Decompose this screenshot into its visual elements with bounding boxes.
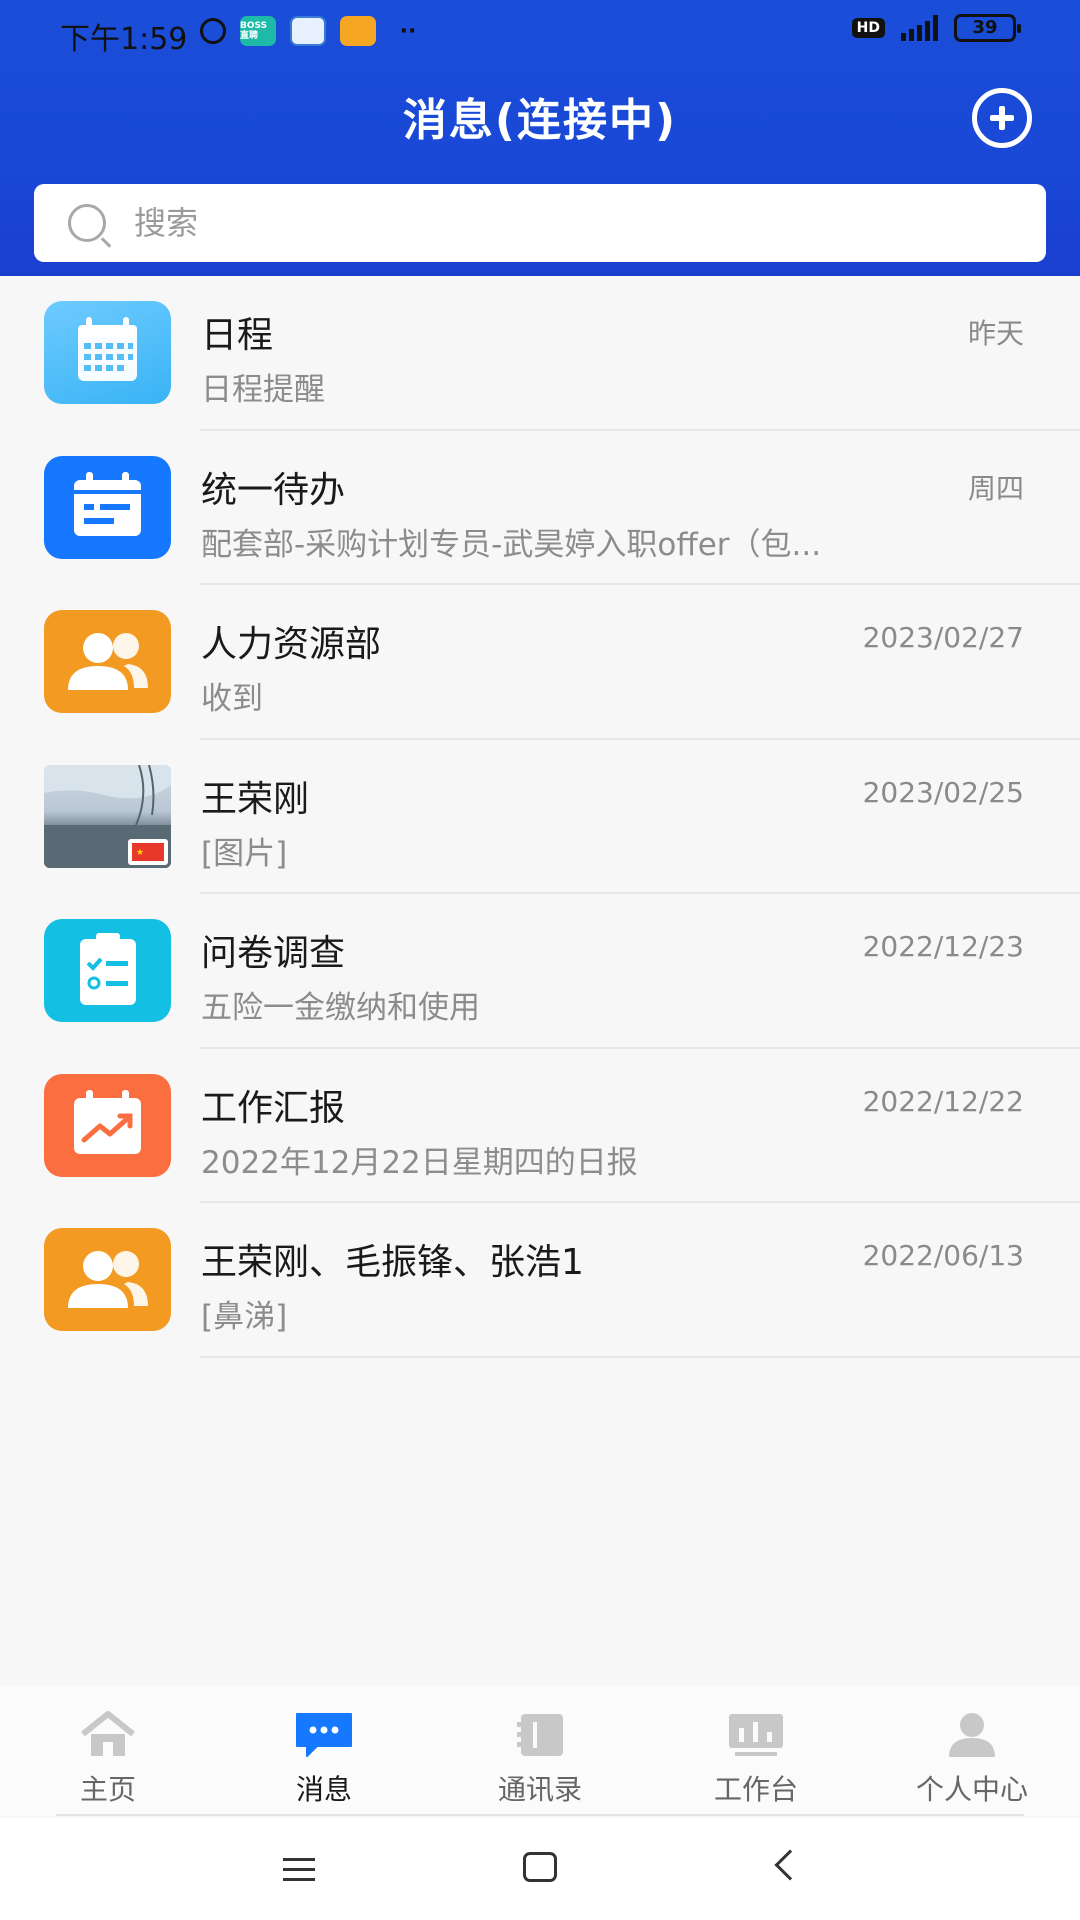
group-icon — [44, 610, 171, 713]
conversation-title: 统一待办 — [201, 469, 346, 511]
list-item[interactable]: 工作汇报 2022/12/22 2022年12月22日星期四的日报 — [0, 1049, 1080, 1203]
list-item[interactable]: ★ 王荣刚 2023/02/25 [图片] — [0, 740, 1080, 894]
photo-avatar: ★ — [44, 764, 171, 868]
menu-icon[interactable] — [283, 1858, 315, 1882]
battery-icon: 39 — [954, 14, 1021, 42]
signal-icon — [901, 15, 938, 41]
hd-icon: HD — [851, 18, 885, 38]
conversation-time: 2022/12/23 — [862, 930, 1024, 963]
home-icon — [77, 1710, 139, 1758]
boss-app-icon: BOSS直聘 — [240, 16, 276, 46]
status-right: HD 39 — [851, 14, 1021, 42]
conversation-title: 王荣刚 — [201, 778, 310, 820]
list-item[interactable]: 人力资源部 2023/02/27 收到 — [0, 585, 1080, 740]
conversation-preview: 日程提醒 — [201, 372, 325, 408]
todo-calendar-icon — [44, 455, 171, 559]
system-nav-bar — [0, 1818, 1080, 1920]
conversation-title: 问卷调查 — [201, 933, 346, 974]
tab-profile[interactable]: 个人中心 — [864, 1686, 1080, 1816]
tab-label: 主页 — [79, 1773, 136, 1806]
list-item[interactable]: 问卷调查 2022/12/23 五险一金缴纳和使用 — [0, 894, 1080, 1049]
tab-label: 个人中心 — [915, 1773, 1028, 1806]
conversation-preview: [鼻涕] — [201, 1299, 288, 1335]
svg-text:★: ★ — [136, 848, 144, 858]
report-icon — [44, 1073, 171, 1177]
bottom-tab-bar: 主页 消息 通讯录 工作台 个人中心 — [0, 1686, 1080, 1816]
divider — [200, 1355, 1080, 1358]
calendar-icon — [44, 301, 171, 404]
tab-label: 工作台 — [713, 1773, 798, 1806]
conversation-time: 2023/02/27 — [862, 621, 1024, 654]
conversation-time: 2023/02/25 — [862, 775, 1024, 809]
divider — [56, 1814, 1024, 1816]
conversation-title: 工作汇报 — [201, 1087, 346, 1129]
list-item[interactable]: 统一待办 周四 配套部-采购计划专员-武昊婷入职offer（包... — [0, 431, 1080, 585]
search-icon — [68, 204, 106, 242]
tab-workbench[interactable]: 工作台 — [648, 1686, 864, 1816]
status-time: 下午1:59 — [60, 22, 188, 57]
tab-home[interactable]: 主页 — [0, 1686, 216, 1816]
list-item[interactable]: 日程 昨天 日程提醒 — [0, 276, 1080, 431]
conversation-list: 日程 昨天 日程提醒 统一待办 周四 配套部-采购计划专员-武昊婷入职offer… — [0, 276, 1080, 1358]
survey-icon — [44, 919, 171, 1022]
conversation-title: 日程 — [201, 315, 274, 356]
status-bar: 下午1:59 BOSS直聘 ·· HD 39 — [0, 0, 1080, 66]
add-button[interactable] — [972, 88, 1032, 148]
list-item[interactable]: 王荣刚、毛振锋、张浩1 2022/06/13 [鼻涕] — [0, 1203, 1080, 1358]
tab-contacts[interactable]: 通讯录 — [432, 1686, 648, 1816]
conversation-title: 人力资源部 — [201, 624, 382, 665]
tab-label: 通讯录 — [497, 1773, 582, 1806]
conversation-preview: 配套部-采购计划专员-武昊婷入职offer（包... — [201, 526, 822, 563]
conversation-preview: [图片] — [201, 835, 288, 872]
more-notifications-icon: ·· — [399, 18, 417, 44]
message-icon — [293, 1710, 355, 1758]
notification-icons: BOSS直聘 ·· — [200, 16, 426, 46]
conversation-time: 昨天 — [967, 317, 1024, 350]
conversation-preview: 收到 — [201, 681, 263, 717]
message-app-icon — [340, 16, 376, 46]
conversation-title: 王荣刚、毛振锋、张浩1 — [201, 1242, 584, 1283]
cloud-app-icon — [290, 16, 326, 46]
conversation-preview: 2022年12月22日星期四的日报 — [201, 1144, 638, 1181]
conversation-time: 2022/06/13 — [862, 1239, 1024, 1272]
profile-icon — [941, 1710, 1003, 1758]
contacts-icon — [509, 1710, 571, 1758]
conversation-preview: 五险一金缴纳和使用 — [201, 990, 480, 1026]
search-bar[interactable] — [34, 184, 1046, 262]
search-input[interactable] — [134, 204, 934, 242]
home-nav-icon[interactable] — [523, 1852, 557, 1882]
page-title: 消息(连接中) — [402, 95, 678, 146]
tab-label: 消息 — [295, 1773, 352, 1806]
back-icon[interactable] — [774, 1849, 806, 1881]
alarm-icon — [200, 18, 226, 44]
app-header: 下午1:59 BOSS直聘 ·· HD 39 消息(连接中) — [0, 0, 1080, 276]
tab-messages[interactable]: 消息 — [216, 1686, 432, 1816]
conversation-time: 周四 — [967, 471, 1024, 505]
conversation-time: 2022/12/22 — [862, 1084, 1024, 1118]
workbench-icon — [725, 1710, 787, 1758]
group-icon — [44, 1228, 171, 1331]
